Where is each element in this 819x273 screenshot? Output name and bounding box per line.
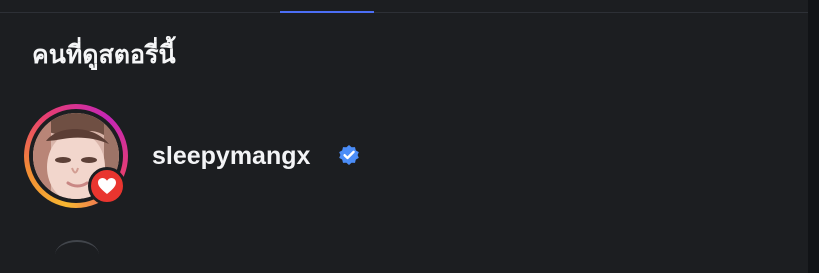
verified-icon [338, 144, 360, 166]
heart-icon [97, 177, 117, 195]
viewer-list-item[interactable]: sleepymangx [22, 103, 782, 209]
right-scroll-edge[interactable] [808, 0, 819, 273]
viewers-section-title: คนที่ดูสตอรี่นี้ [32, 40, 176, 69]
story-ring[interactable] [24, 104, 128, 208]
active-tab-indicator [280, 11, 374, 13]
username[interactable]: sleepymangx [152, 139, 310, 173]
avatar-peek-outline [55, 240, 99, 254]
next-viewer-avatar-peek[interactable] [48, 236, 110, 254]
top-divider [0, 12, 808, 13]
reaction-badge [88, 167, 126, 205]
